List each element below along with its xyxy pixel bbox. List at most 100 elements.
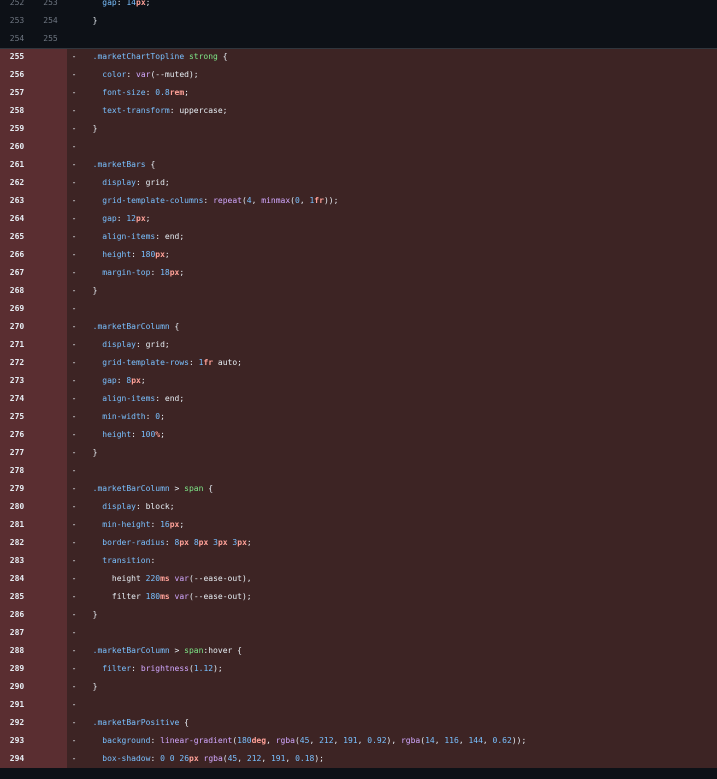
new-line-number[interactable] <box>34 606 67 624</box>
old-line-number[interactable]: 284 <box>0 570 34 588</box>
old-line-number[interactable]: 285 <box>0 588 34 606</box>
diff-deleted-line: 267 - margin-top: 18px; <box>0 264 717 282</box>
new-line-number[interactable] <box>34 138 67 156</box>
old-line-number[interactable]: 255 <box>0 48 34 66</box>
old-line-number[interactable]: 275 <box>0 408 34 426</box>
new-line-number[interactable] <box>34 336 67 354</box>
old-line-number[interactable]: 271 <box>0 336 34 354</box>
old-line-number[interactable]: 260 <box>0 138 34 156</box>
new-line-number[interactable] <box>34 498 67 516</box>
old-line-number[interactable]: 290 <box>0 678 34 696</box>
old-line-number[interactable]: 264 <box>0 210 34 228</box>
diff-deleted-line: 294 - box-shadow: 0 0 26px rgba(45, 212, … <box>0 750 717 768</box>
new-line-number[interactable] <box>34 48 67 66</box>
new-line-number[interactable] <box>34 102 67 120</box>
new-line-number[interactable] <box>34 156 67 174</box>
old-line-number[interactable]: 263 <box>0 192 34 210</box>
old-line-number[interactable]: 257 <box>0 84 34 102</box>
old-line-number[interactable]: 277 <box>0 444 34 462</box>
diff-sign: - <box>71 664 77 673</box>
new-line-number[interactable] <box>34 120 67 138</box>
old-line-number[interactable]: 286 <box>0 606 34 624</box>
old-line-number[interactable]: 273 <box>0 372 34 390</box>
diff-sign: - <box>71 412 77 421</box>
new-line-number[interactable] <box>34 84 67 102</box>
old-line-number[interactable]: 270 <box>0 318 34 336</box>
old-line-number[interactable]: 279 <box>0 480 34 498</box>
old-line-number[interactable]: 262 <box>0 174 34 192</box>
old-line-number[interactable]: 258 <box>0 102 34 120</box>
new-line-number[interactable] <box>34 696 67 714</box>
new-line-number[interactable]: 253 <box>34 0 67 12</box>
old-line-number[interactable]: 278 <box>0 462 34 480</box>
new-line-number[interactable] <box>34 354 67 372</box>
old-line-number[interactable]: 268 <box>0 282 34 300</box>
new-line-number[interactable] <box>34 66 67 84</box>
new-line-number[interactable]: 254 <box>34 12 67 30</box>
new-line-number[interactable] <box>34 282 67 300</box>
code-token: text-transform <box>102 106 170 115</box>
old-line-number[interactable]: 276 <box>0 426 34 444</box>
new-line-number[interactable] <box>34 480 67 498</box>
old-line-number[interactable]: 280 <box>0 498 34 516</box>
new-line-number[interactable]: 255 <box>34 30 67 48</box>
old-line-number[interactable]: 269 <box>0 300 34 318</box>
new-line-number[interactable] <box>34 588 67 606</box>
old-line-number[interactable]: 294 <box>0 750 34 768</box>
new-line-number[interactable] <box>34 534 67 552</box>
old-line-number[interactable]: 265 <box>0 228 34 246</box>
new-line-number[interactable] <box>34 192 67 210</box>
old-line-number[interactable]: 282 <box>0 534 34 552</box>
old-line-number[interactable]: 254 <box>0 30 34 48</box>
code-token: : end; <box>155 232 185 241</box>
old-line-number[interactable]: 281 <box>0 516 34 534</box>
new-line-number[interactable] <box>34 300 67 318</box>
new-line-number[interactable] <box>34 408 67 426</box>
old-line-number[interactable]: 267 <box>0 264 34 282</box>
old-line-number[interactable]: 261 <box>0 156 34 174</box>
new-line-number[interactable] <box>34 678 67 696</box>
new-line-number[interactable] <box>34 210 67 228</box>
diff-sign: - <box>71 358 77 367</box>
new-line-number[interactable] <box>34 552 67 570</box>
old-line-number[interactable]: 288 <box>0 642 34 660</box>
new-line-number[interactable] <box>34 372 67 390</box>
new-line-number[interactable] <box>34 228 67 246</box>
new-line-number[interactable] <box>34 390 67 408</box>
diff-sign: - <box>71 574 77 583</box>
code-token: (--muted); <box>150 70 199 79</box>
old-line-number[interactable]: 266 <box>0 246 34 264</box>
old-line-number[interactable]: 274 <box>0 390 34 408</box>
new-line-number[interactable] <box>34 246 67 264</box>
old-line-number[interactable]: 283 <box>0 552 34 570</box>
new-line-number[interactable] <box>34 174 67 192</box>
new-line-number[interactable] <box>34 660 67 678</box>
diff-deleted-line: 287 - <box>0 624 717 642</box>
new-line-number[interactable] <box>34 318 67 336</box>
code-token: var <box>136 70 151 79</box>
new-line-number[interactable] <box>34 732 67 750</box>
new-line-number[interactable] <box>34 426 67 444</box>
old-line-number[interactable]: 292 <box>0 714 34 732</box>
new-line-number[interactable] <box>34 516 67 534</box>
old-line-number[interactable]: 291 <box>0 696 34 714</box>
new-line-number[interactable] <box>34 750 67 768</box>
old-line-number[interactable]: 287 <box>0 624 34 642</box>
new-line-number[interactable] <box>34 624 67 642</box>
new-line-number[interactable] <box>34 462 67 480</box>
new-line-number[interactable] <box>34 570 67 588</box>
new-line-number[interactable] <box>34 714 67 732</box>
old-line-number[interactable]: 252 <box>0 0 34 12</box>
new-line-number[interactable] <box>34 642 67 660</box>
old-line-number[interactable]: 259 <box>0 120 34 138</box>
new-line-number[interactable] <box>34 444 67 462</box>
old-line-number[interactable]: 256 <box>0 66 34 84</box>
new-line-number[interactable] <box>34 264 67 282</box>
old-line-number[interactable]: 253 <box>0 12 34 30</box>
old-line-number[interactable]: 272 <box>0 354 34 372</box>
old-line-number[interactable]: 289 <box>0 660 34 678</box>
old-line-number[interactable]: 293 <box>0 732 34 750</box>
